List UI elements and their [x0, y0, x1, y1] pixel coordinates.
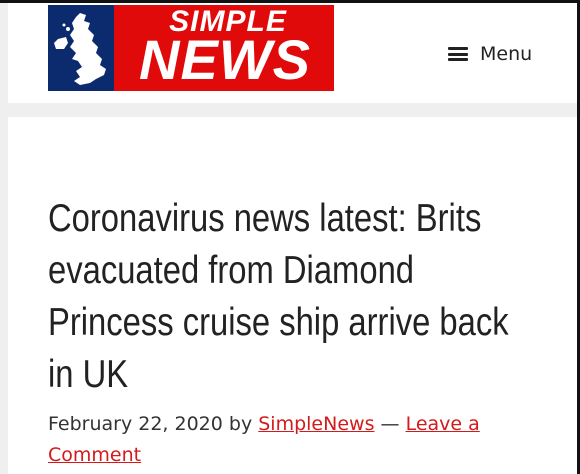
post-date: February 22, 2020 [48, 413, 223, 435]
article-title: Coronavirus news latest: Brits evacuated… [48, 197, 509, 396]
logo-text-news: NEWS [139, 28, 311, 91]
article-container: Coronavirus news latest: Brits evacuated… [8, 117, 577, 474]
hamburger-icon [448, 47, 468, 61]
logo-blue-panel [48, 5, 114, 91]
uk-map-icon [54, 13, 106, 85]
article-meta: February 22, 2020 by SimpleNews — Leave … [48, 409, 548, 471]
menu-label: Menu [480, 43, 533, 65]
site-header: SIMPLE NEWS Menu [8, 3, 577, 103]
menu-button[interactable]: Menu [448, 39, 532, 69]
by-label: by [228, 413, 253, 435]
site-logo[interactable]: SIMPLE NEWS [48, 5, 334, 91]
author-link[interactable]: SimpleNews [258, 413, 374, 435]
meta-separator: — [380, 413, 400, 435]
